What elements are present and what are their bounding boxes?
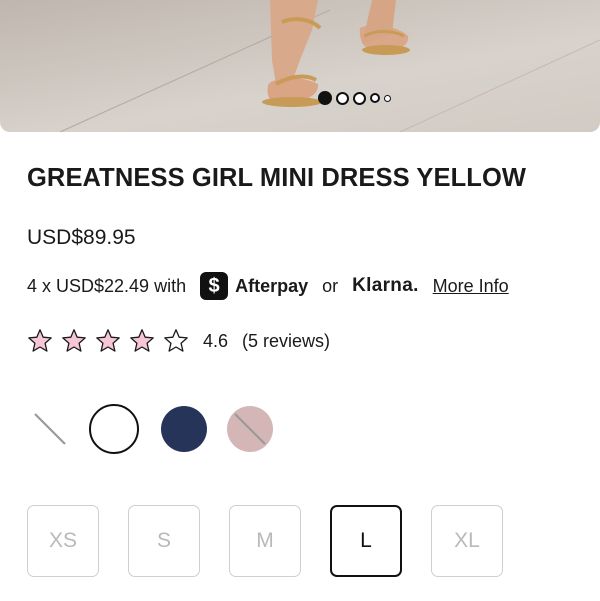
unavailable-strike-icon	[34, 413, 66, 445]
size-option-xl[interactable]: XL	[431, 505, 503, 577]
installment-payment-row: 4 x USD$22.49 with $ Afterpay or Klarna.…	[27, 272, 509, 300]
product-title: GREATNESS GIRL MINI DRESS YELLOW	[27, 164, 527, 192]
carousel-dot[interactable]	[318, 91, 332, 105]
carousel-pagination	[318, 91, 391, 105]
color-swatch-blush[interactable]	[227, 406, 273, 452]
rating-stars	[27, 328, 189, 354]
size-option-m[interactable]: M	[229, 505, 301, 577]
afterpay-label: Afterpay	[235, 275, 309, 296]
size-option-l[interactable]: L	[330, 505, 402, 577]
product-rating[interactable]: 4.6 (5 reviews)	[27, 327, 330, 355]
color-swatch-unavailable-white[interactable]	[27, 406, 73, 452]
more-info-link[interactable]: More Info	[433, 276, 509, 297]
unavailable-strike-icon	[234, 413, 266, 445]
star-icon	[28, 329, 52, 352]
carousel-dot[interactable]	[353, 91, 366, 105]
klarna-logo: Klarna.	[352, 275, 419, 296]
star-icon	[164, 329, 188, 352]
star-icon	[62, 329, 86, 352]
rating-value: 4.6	[203, 330, 229, 351]
size-option-s[interactable]: S	[128, 505, 200, 577]
afterpay-icon: $	[200, 272, 229, 300]
color-swatch-white[interactable]	[89, 404, 139, 454]
or-text: or	[322, 275, 339, 296]
review-count-link[interactable]: (5 reviews)	[242, 331, 330, 352]
product-photo	[59, 0, 600, 132]
installment-text: 4 x USD$22.49 with	[27, 275, 187, 296]
star-icon	[130, 329, 154, 352]
star-icon	[96, 329, 120, 352]
color-swatch-navy[interactable]	[161, 406, 207, 452]
carousel-dot[interactable]	[384, 94, 391, 102]
product-price: USD$89.95	[27, 226, 136, 249]
product-image-carousel[interactable]	[0, 0, 600, 132]
carousel-dot[interactable]	[336, 91, 349, 105]
size-option-xs[interactable]: XS	[27, 505, 99, 577]
carousel-dot[interactable]	[370, 93, 380, 103]
